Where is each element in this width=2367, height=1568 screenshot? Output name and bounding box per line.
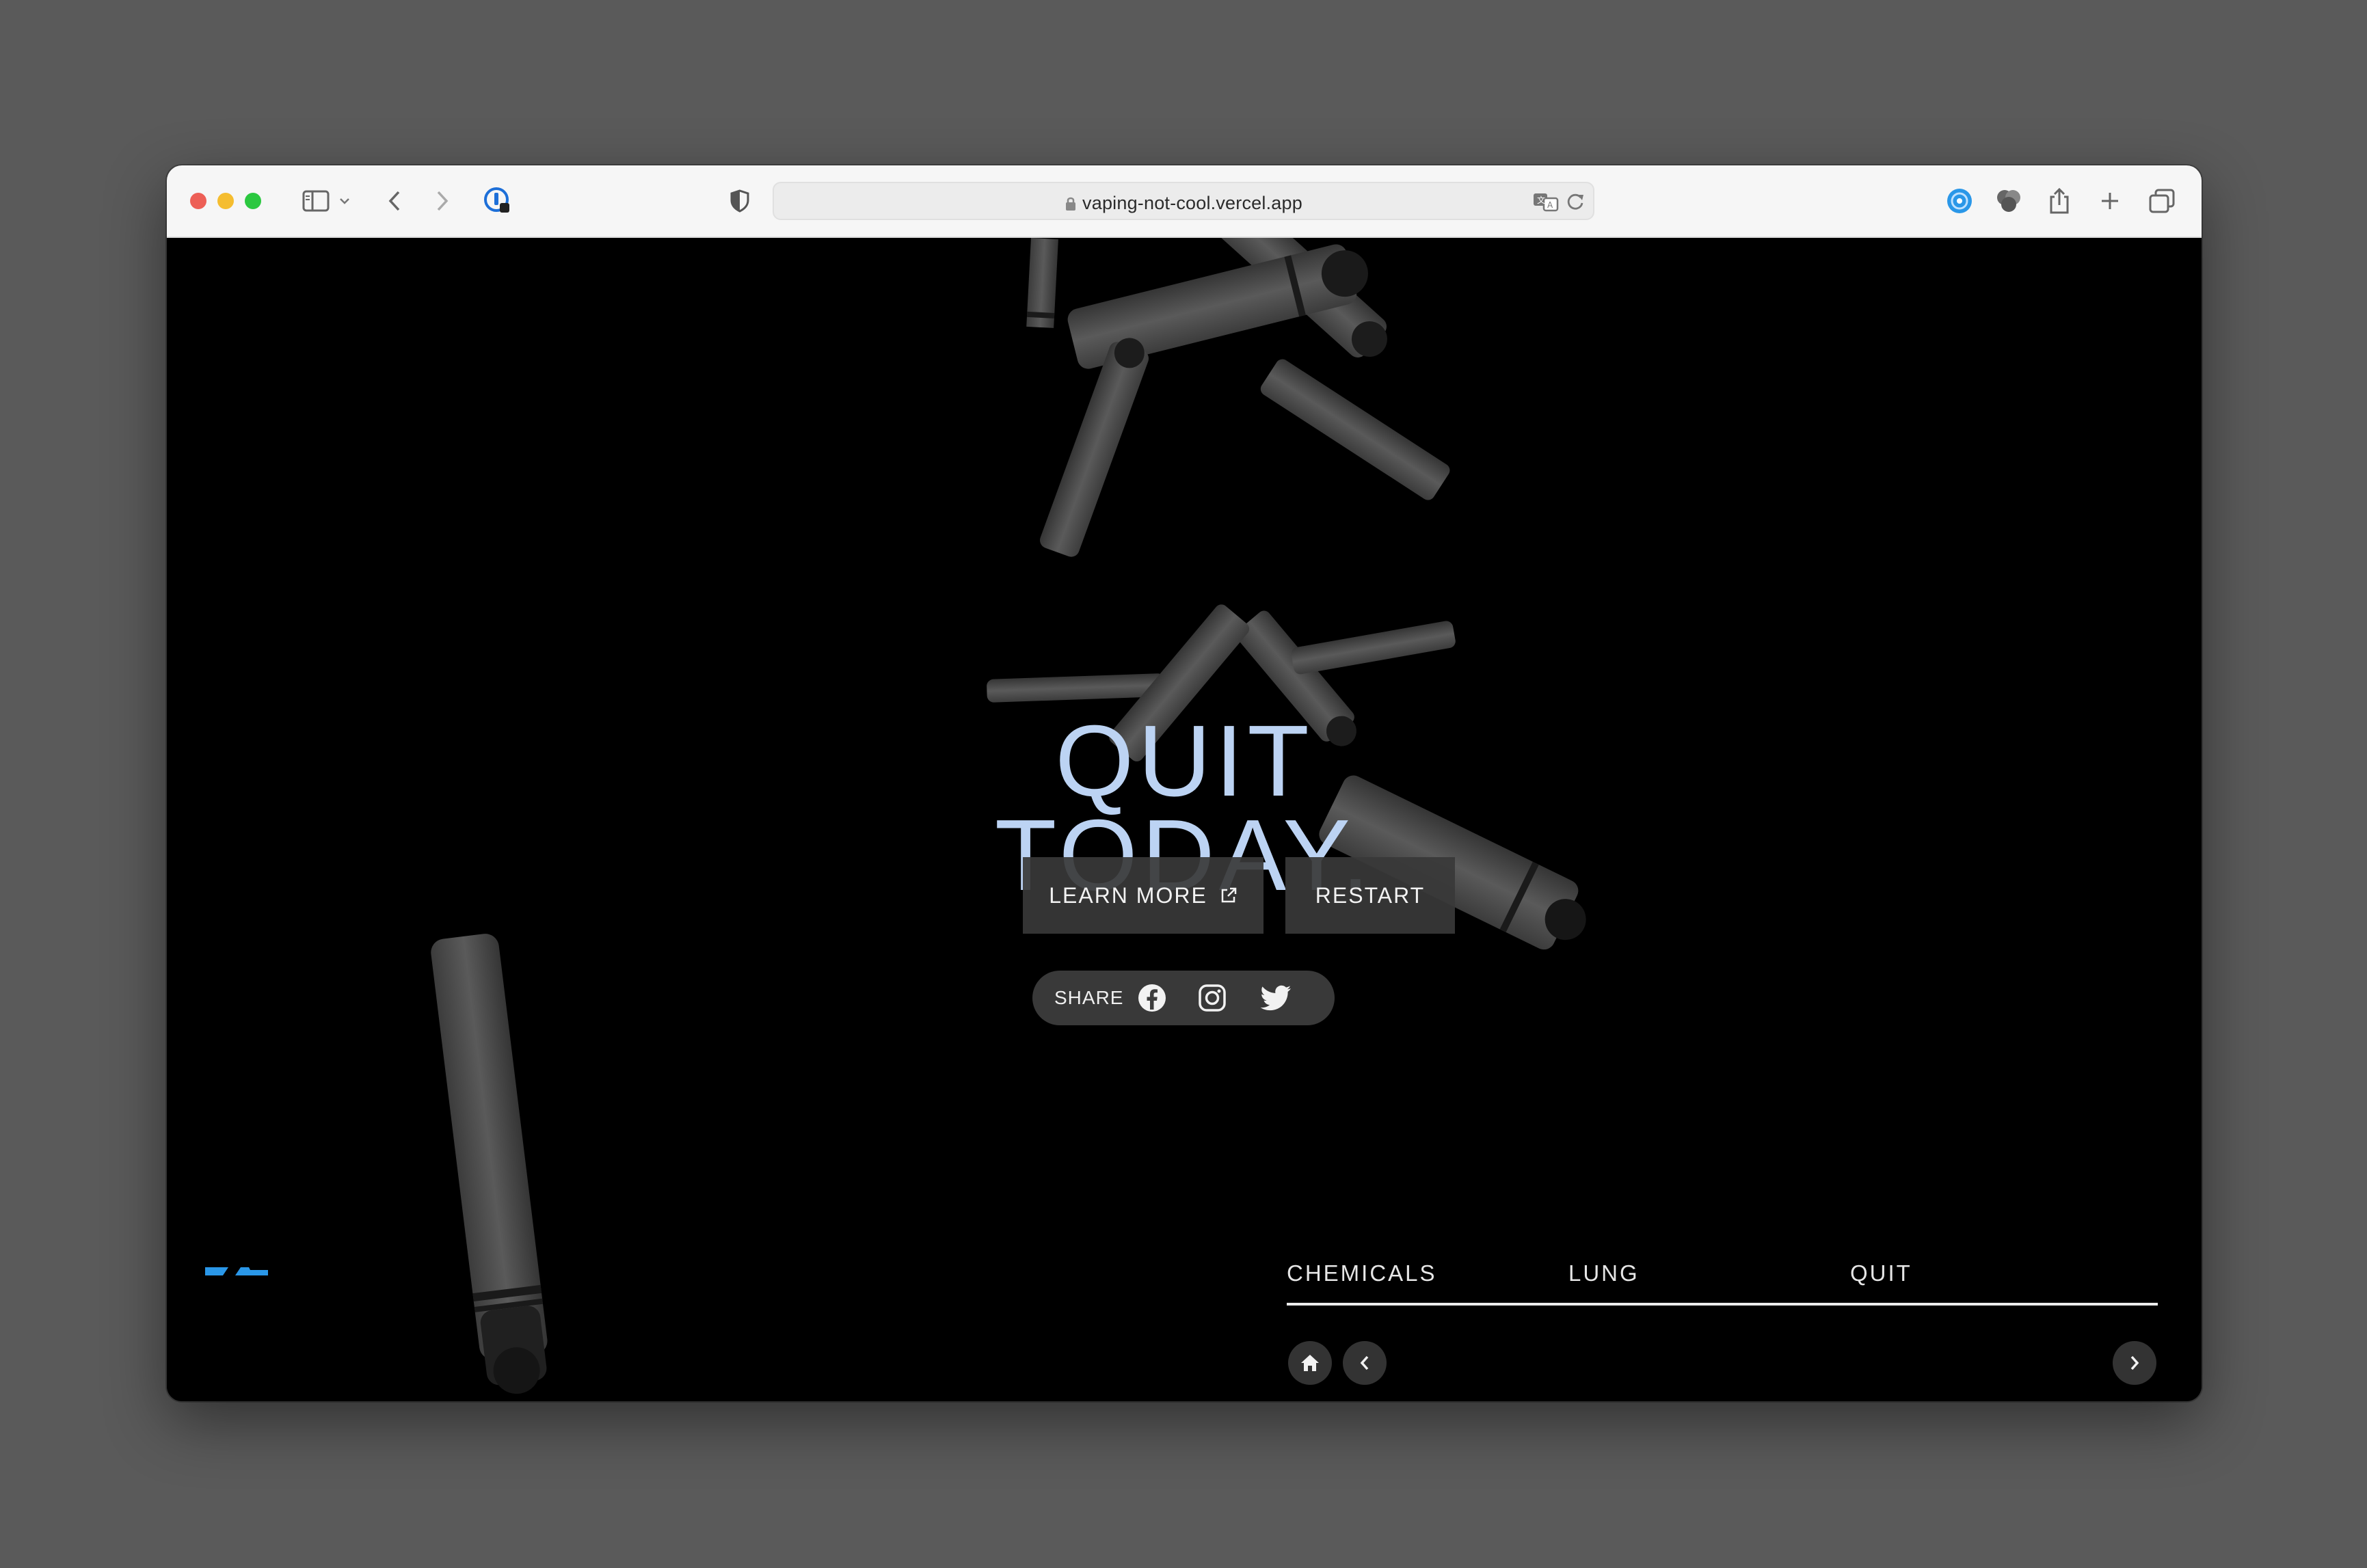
svg-text:文: 文 (1537, 195, 1545, 205)
forward-icon[interactable] (432, 186, 453, 216)
url-text: vaping-not-cool.vercel.app (1082, 193, 1302, 213)
back-icon[interactable] (384, 186, 405, 216)
home-icon (1301, 1355, 1319, 1371)
hero-title-line1: QUIT (1055, 705, 1313, 817)
shield-icon[interactable] (727, 186, 752, 216)
address-bar[interactable]: vaping-not-cool.vercel.app 文A (773, 182, 1594, 220)
share-bar: SHARE (1032, 971, 1335, 1025)
chevron-left-icon (1360, 1355, 1369, 1370)
extension-icon[interactable] (483, 186, 513, 216)
previous-button[interactable] (1343, 1341, 1387, 1385)
page-content: QUIT TODAY. LEARN MORE RESTART SHARE CHE… (167, 238, 2202, 1401)
instagram-icon[interactable] (1196, 982, 1228, 1014)
site-logo[interactable] (205, 1266, 268, 1277)
twitter-icon[interactable] (1259, 982, 1291, 1014)
extensions-icon[interactable] (1994, 186, 2024, 216)
chevron-right-icon (2130, 1355, 2139, 1370)
learn-more-button[interactable]: LEARN MORE (1023, 857, 1263, 934)
nav-item-quit[interactable]: QUIT (1850, 1260, 1912, 1286)
facebook-icon[interactable] (1136, 982, 1168, 1014)
browser-toolbar: vaping-not-cool.vercel.app 文A (167, 165, 2202, 238)
share-icon[interactable] (2046, 186, 2073, 216)
lock-icon (1066, 197, 1076, 211)
next-button[interactable] (2113, 1341, 2156, 1385)
close-window-button[interactable] (190, 193, 206, 209)
chevron-down-icon[interactable] (338, 186, 351, 216)
new-tab-icon[interactable] (2096, 186, 2124, 216)
restart-label: RESTART (1315, 882, 1426, 908)
nav-item-chemicals[interactable]: CHEMICALS (1287, 1260, 1437, 1286)
share-label: SHARE (1054, 987, 1124, 1008)
maximize-window-button[interactable] (245, 193, 261, 209)
profile-icon[interactable] (1944, 186, 1975, 216)
reload-icon[interactable] (1566, 192, 1585, 215)
home-button[interactable] (1288, 1341, 1332, 1385)
external-link-icon (1221, 887, 1237, 903)
nav-progress-line (1287, 1303, 2158, 1306)
url-row: vaping-not-cool.vercel.app (774, 193, 1593, 214)
sidebar-icon[interactable] (301, 186, 331, 216)
nav-item-lung[interactable]: LUNG (1568, 1260, 1640, 1286)
browser-window: vaping-not-cool.vercel.app 文A QUIT TODAY… (167, 165, 2202, 1401)
restart-button[interactable]: RESTART (1285, 857, 1455, 934)
tab-overview-icon[interactable] (2147, 186, 2177, 216)
minimize-window-button[interactable] (217, 193, 234, 209)
learn-more-label: LEARN MORE (1049, 882, 1207, 908)
translate-icon[interactable]: 文A (1533, 191, 1559, 215)
svg-text:A: A (1547, 200, 1553, 210)
